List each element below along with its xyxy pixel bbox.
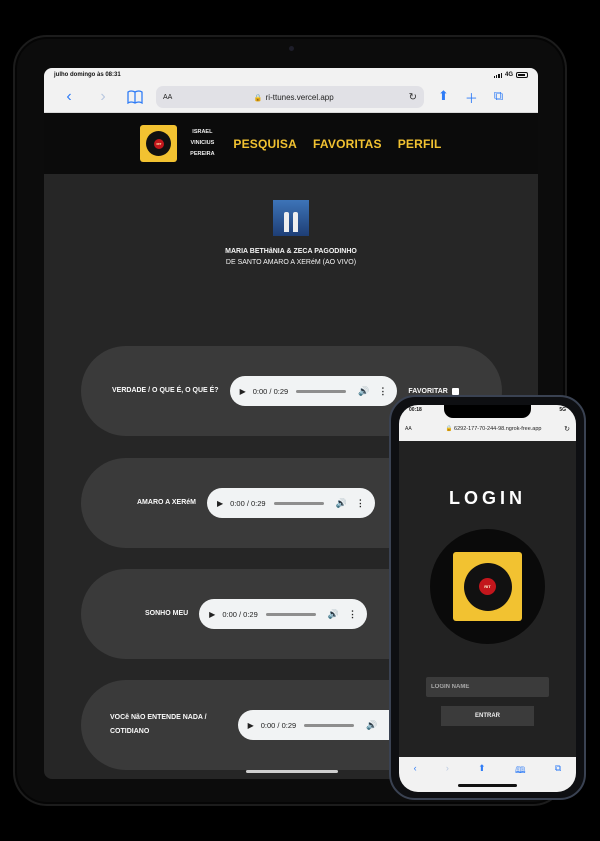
network-label: 4G: [504, 72, 513, 78]
tabs-icon[interactable]: ⧉: [494, 88, 503, 107]
audio-player[interactable]: ▶ 0:00 / 0:29 🔊 ⋮: [237, 710, 406, 740]
vinyl-disc-icon: RIT: [463, 562, 512, 611]
bookmarks-icon[interactable]: [120, 90, 150, 104]
login-page: LOGIN RIT ENTRAR: [399, 441, 576, 757]
volume-icon[interactable]: 🔊: [358, 386, 369, 397]
album-info: MARIA BETHâNIA & ZECA PAGODINHO DE SANTO…: [44, 174, 538, 266]
album-cover: [273, 200, 309, 236]
share-icon[interactable]: ⬆: [438, 88, 449, 107]
album-artist: MARIA BETHâNIA & ZECA PAGODINHO: [225, 248, 357, 255]
favorite-label: FAVORITAR: [408, 387, 448, 395]
track-name: VERDADE / O QUE É, O QUE É?: [112, 387, 219, 394]
play-icon[interactable]: ▶: [240, 387, 246, 396]
audio-time: 0:00 / 0:29: [222, 609, 258, 619]
play-icon[interactable]: ▶: [209, 610, 215, 619]
front-camera: [289, 46, 294, 51]
volume-icon[interactable]: 🔊: [366, 720, 377, 731]
status-time: julho domingo às 08:31: [54, 72, 121, 78]
track-name: VOCê NãO ENTENDE NADA / COTIDIANO: [110, 711, 207, 739]
site-header: RIT ISRAEL VINICIUS PEREIRA PESQUISA FAV…: [44, 113, 538, 174]
album-title: DE SANTO AMARO A XERéM (AO VIVO): [225, 259, 357, 266]
logo-label: RIT: [153, 138, 164, 149]
nav-link-favoritas[interactable]: FAVORITAS: [313, 137, 382, 151]
audio-time: 0:00 / 0:29: [230, 498, 266, 508]
signal-icon: [493, 72, 502, 78]
audio-time: 0:00 / 0:29: [252, 386, 289, 396]
new-tab-icon[interactable]: ＋: [465, 88, 478, 107]
back-icon[interactable]: ‹: [414, 763, 417, 779]
reload-icon[interactable]: ↻: [409, 92, 417, 103]
phone-device: 00:18 5G AA 🔒 6292-177-70-244-98.ngrok-f…: [389, 395, 586, 800]
forward-icon[interactable]: ›: [86, 88, 120, 106]
track-name: AMARO A XERéM: [137, 499, 196, 506]
phone-notch: [444, 405, 531, 418]
phone-text-size-button[interactable]: AA: [405, 426, 423, 432]
login-logo: RIT: [430, 529, 545, 644]
user-name: ISRAEL VINICIUS PEREIRA: [187, 127, 217, 160]
home-indicator: [246, 770, 338, 773]
play-icon[interactable]: ▶: [248, 721, 254, 730]
logo-square: RIT: [453, 552, 522, 621]
status-indicators: 4G: [493, 72, 528, 78]
logo-label: RIT: [479, 578, 496, 595]
lock-icon: 🔒: [253, 94, 263, 102]
user-name-line: PEREIRA: [190, 151, 215, 157]
phone-network-label: 5G: [559, 407, 566, 413]
more-options-icon[interactable]: ⋮: [356, 498, 365, 509]
app-logo[interactable]: RIT: [140, 125, 178, 162]
vinyl-disc-icon: RIT: [146, 131, 172, 156]
seek-bar[interactable]: [265, 612, 316, 616]
user-name-line: ISRAEL: [192, 129, 213, 135]
volume-icon[interactable]: 🔊: [336, 498, 347, 509]
volume-icon[interactable]: 🔊: [328, 609, 339, 620]
main-nav: PESQUISA FAVORITAS PERFIL: [233, 137, 441, 151]
track-name: SONHO MEU: [145, 610, 189, 617]
phone-browser-top: 00:18 5G AA 🔒 6292-177-70-244-98.ngrok-f…: [399, 405, 576, 441]
bookmarks-icon[interactable]: 🕮: [515, 763, 526, 779]
phone-screen: 00:18 5G AA 🔒 6292-177-70-244-98.ngrok-f…: [399, 405, 576, 792]
battery-icon: [516, 72, 528, 78]
browser-toolbar: ‹ › AA 🔒 ri-ttunes.vercel.app ↻ ⬆ ＋ ⧉: [44, 82, 538, 113]
more-options-icon[interactable]: ⋮: [348, 609, 357, 620]
url-text: ri-ttunes.vercel.app: [265, 92, 334, 102]
enter-button[interactable]: ENTRAR: [441, 706, 534, 726]
back-icon[interactable]: ‹: [52, 88, 86, 106]
tabs-icon[interactable]: ⧉: [555, 763, 561, 779]
seek-bar[interactable]: [304, 723, 355, 727]
nav-link-pesquisa[interactable]: PESQUISA: [233, 137, 297, 151]
nav-link-perfil[interactable]: PERFIL: [398, 137, 442, 151]
share-icon[interactable]: ⬆: [478, 763, 486, 779]
user-name-line: VINICIUS: [190, 140, 215, 146]
phone-address-bar[interactable]: AA 🔒 6292-177-70-244-98.ngrok-free.app ↻: [405, 422, 570, 436]
favorite-toggle[interactable]: FAVORITAR: [408, 387, 459, 395]
reload-icon[interactable]: ↻: [564, 425, 570, 433]
audio-time: 0:00 / 0:29: [260, 720, 297, 730]
text-size-button[interactable]: AA: [163, 94, 179, 101]
forward-icon[interactable]: ›: [446, 763, 449, 779]
phone-browser-toolbar: ‹ › ⬆ 🕮 ⧉: [399, 757, 576, 792]
more-options-icon[interactable]: ⋮: [378, 386, 387, 397]
seek-bar[interactable]: [273, 501, 324, 505]
phone-status-time: 00:18: [409, 407, 422, 413]
login-title: LOGIN: [449, 488, 526, 508]
favorite-checkbox[interactable]: [451, 387, 459, 395]
audio-player[interactable]: ▶ 0:00 / 0:29 🔊 ⋮: [206, 488, 375, 518]
track-name-line: COTIDIANO: [110, 728, 150, 735]
phone-url-text: 6292-177-70-244-98.ngrok-free.app: [454, 426, 542, 432]
lock-icon: 🔒: [445, 426, 453, 432]
seek-bar[interactable]: [296, 389, 347, 393]
audio-player[interactable]: ▶ 0:00 / 0:29 🔊 ⋮: [229, 376, 398, 406]
play-icon[interactable]: ▶: [217, 499, 223, 508]
login-name-input[interactable]: [426, 677, 549, 697]
address-bar[interactable]: AA 🔒 ri-ttunes.vercel.app ↻: [156, 86, 424, 108]
audio-player[interactable]: ▶ 0:00 / 0:29 🔊 ⋮: [199, 599, 367, 629]
track-name-line: VOCê NãO ENTENDE NADA /: [110, 714, 207, 721]
status-bar: julho domingo às 08:31 4G: [44, 68, 538, 82]
home-indicator: [458, 784, 517, 787]
